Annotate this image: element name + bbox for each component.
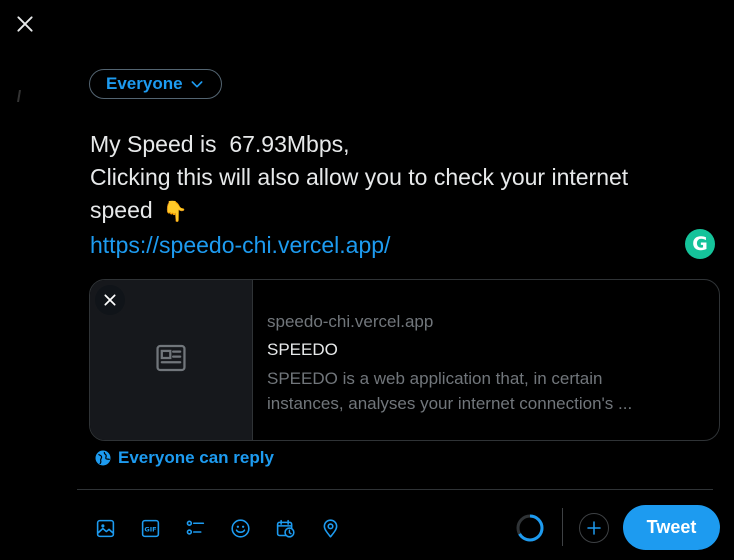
link-preview-thumbnail — [90, 280, 253, 440]
location-button[interactable] — [313, 511, 347, 545]
link-preview-card[interactable]: speedo-chi.vercel.app SPEEDO SPEEDO is a… — [89, 279, 720, 441]
close-button[interactable] — [7, 6, 43, 42]
card-domain: speedo-chi.vercel.app — [267, 312, 434, 331]
tweet-text-line: My Speed is 67.93Mbps, — [90, 131, 350, 157]
svg-text:GIF: GIF — [144, 525, 156, 533]
reply-permission-button[interactable]: Everyone can reply — [94, 448, 274, 468]
schedule-icon — [276, 519, 295, 538]
card-description: SPEEDO is a web application that, in cer… — [267, 366, 705, 416]
grammarly-icon: G — [692, 233, 708, 255]
link-preview-body: speedo-chi.vercel.app SPEEDO SPEEDO is a… — [253, 280, 719, 440]
poll-button[interactable] — [178, 511, 212, 545]
card-description-line: instances, analyses your internet connec… — [267, 394, 633, 413]
tweet-text-line: speed — [90, 197, 153, 223]
gif-icon: GIF — [141, 519, 159, 537]
remove-card-button[interactable] — [95, 285, 125, 315]
globe-icon — [95, 450, 111, 466]
compose-tweet-modal: Everyone My Speed is 67.93Mbps, Clicking… — [0, 0, 734, 560]
plus-icon — [587, 521, 601, 535]
emoji-icon — [230, 518, 250, 538]
card-description-line: SPEEDO is a web application that, in cer… — [267, 369, 603, 388]
close-icon — [104, 294, 116, 306]
audience-selector[interactable]: Everyone — [89, 69, 222, 99]
close-icon — [17, 16, 33, 32]
pointing-down-emoji: 👇 — [162, 201, 188, 223]
gif-button[interactable]: GIF — [133, 511, 167, 545]
avatar-edge — [17, 90, 21, 102]
add-thread-button[interactable] — [579, 513, 609, 543]
tweet-button[interactable]: Tweet — [623, 505, 720, 550]
image-icon — [96, 519, 114, 537]
tweet-link[interactable]: https://speedo-chi.vercel.app/ — [90, 229, 710, 262]
character-count-ring — [516, 514, 544, 542]
emoji-button[interactable] — [223, 511, 257, 545]
media-button[interactable] — [88, 511, 122, 545]
audience-label: Everyone — [106, 74, 183, 93]
location-icon — [323, 518, 337, 538]
card-title: SPEEDO — [267, 340, 338, 359]
tweet-text-editor[interactable]: My Speed is 67.93Mbps, Clicking this wil… — [90, 128, 710, 262]
tweet-text-line: Clicking this will also allow you to che… — [90, 164, 629, 190]
article-icon — [154, 341, 188, 380]
schedule-button[interactable] — [268, 511, 302, 545]
poll-icon — [186, 520, 204, 535]
grammarly-button[interactable]: G — [685, 229, 715, 259]
reply-permission-label: Everyone can reply — [118, 448, 274, 467]
chevron-down-icon — [191, 81, 203, 88]
divider — [77, 489, 713, 490]
compose-toolbar: GIF — [88, 511, 358, 545]
toolbar-separator — [562, 508, 563, 546]
